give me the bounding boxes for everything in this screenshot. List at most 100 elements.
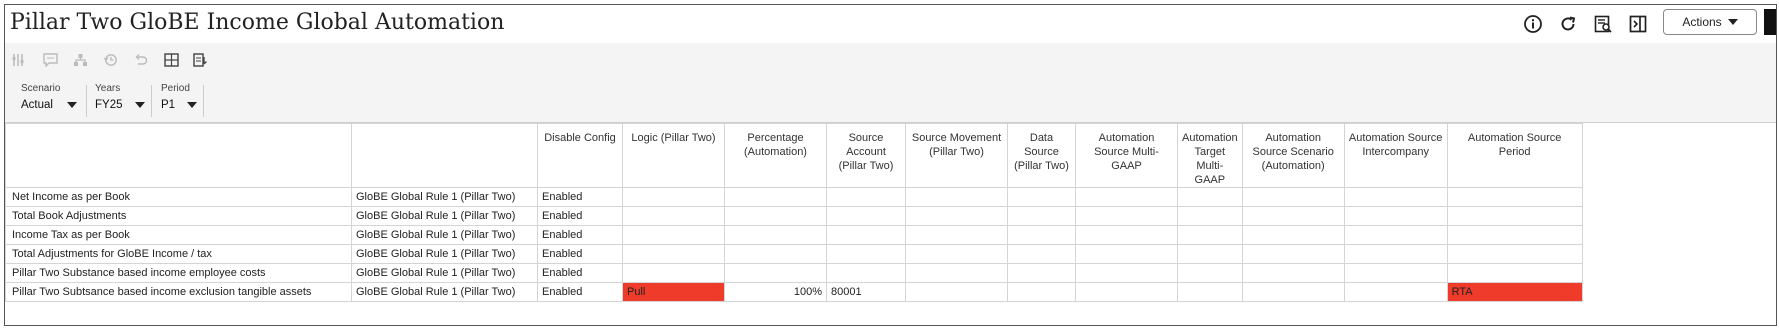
grid-cell[interactable] <box>905 225 1008 245</box>
export-icon[interactable] <box>191 52 209 68</box>
grid-cell[interactable] <box>905 263 1008 283</box>
column-header[interactable]: Automation Target Multi-GAAP <box>1177 123 1243 188</box>
grid-cell[interactable] <box>1343 225 1448 245</box>
grid-cell[interactable] <box>1177 187 1243 207</box>
grid-cell[interactable] <box>826 225 906 245</box>
grid-cell[interactable] <box>826 206 906 226</box>
column-header[interactable]: Logic (Pillar Two) <box>622 123 725 188</box>
pov-period[interactable]: Period P1 <box>161 83 198 117</box>
grid-cell[interactable]: Enabled <box>537 282 623 302</box>
column-header[interactable]: Data Source (Pillar Two) <box>1007 123 1076 188</box>
grid-cell[interactable] <box>622 263 725 283</box>
grid-cell[interactable] <box>826 263 906 283</box>
grid-cell[interactable]: RTA <box>1446 282 1583 302</box>
pov-years[interactable]: Years FY25 <box>95 83 145 117</box>
grid-cell[interactable] <box>1007 225 1076 245</box>
grid-cell[interactable] <box>1241 282 1345 302</box>
info-icon[interactable] <box>1522 13 1544 35</box>
grid-cell[interactable] <box>1007 206 1076 226</box>
grid-cell[interactable]: Enabled <box>537 225 623 245</box>
grid-cell[interactable] <box>622 244 725 264</box>
column-header[interactable]: Disable Config <box>537 123 623 188</box>
actions-button[interactable]: Actions <box>1663 9 1757 35</box>
grid-cell[interactable] <box>826 244 906 264</box>
grid-cell[interactable]: 80001 <box>826 282 906 302</box>
grid-cell[interactable] <box>826 187 906 207</box>
grid-cell[interactable] <box>1007 244 1076 264</box>
grid-adjust-icon[interactable] <box>9 52 27 68</box>
history-icon[interactable] <box>101 52 119 68</box>
grid-cell[interactable] <box>1241 206 1345 226</box>
grid-cell[interactable] <box>1075 206 1178 226</box>
undo-icon[interactable] <box>131 52 149 68</box>
grid-cell[interactable] <box>1343 187 1448 207</box>
grid-cell[interactable] <box>1177 225 1243 245</box>
pov-value[interactable]: Actual <box>21 99 77 111</box>
grid-cell[interactable] <box>905 282 1008 302</box>
pov-scenario[interactable]: Scenario Actual <box>21 83 77 117</box>
grid-cell[interactable] <box>1075 282 1178 302</box>
panel-icon[interactable] <box>1627 13 1649 35</box>
hierarchy-icon[interactable] <box>71 52 89 68</box>
pov-value[interactable]: FY25 <box>95 99 145 111</box>
inspect-icon[interactable] <box>1592 13 1614 35</box>
column-header[interactable]: Source Account (Pillar Two) <box>826 123 906 188</box>
grid-cell[interactable] <box>1177 282 1243 302</box>
grid-cell[interactable] <box>1007 263 1076 283</box>
grid-cell[interactable] <box>1075 244 1178 264</box>
grid-cell[interactable] <box>1007 187 1076 207</box>
comment-icon[interactable] <box>41 52 59 68</box>
column-header[interactable]: Percentage (Automation) <box>724 123 827 188</box>
grid-cell[interactable] <box>724 187 827 207</box>
grid-cell[interactable] <box>1241 225 1345 245</box>
grid-cell[interactable] <box>724 263 827 283</box>
column-header[interactable]: Automation Source Intercompany <box>1343 123 1448 188</box>
grid-cell[interactable] <box>622 187 725 207</box>
pov-value[interactable]: P1 <box>161 99 198 111</box>
grid-cell[interactable] <box>1343 263 1448 283</box>
row-account-label: Total Adjustments for GloBE Income / tax <box>5 244 352 264</box>
grid-cell[interactable] <box>905 187 1008 207</box>
grid-cell[interactable]: Enabled <box>537 187 623 207</box>
grid-cell[interactable] <box>1446 244 1583 264</box>
row-rule-label: GloBE Global Rule 1 (Pillar Two) <box>351 282 538 302</box>
grid-cell[interactable] <box>724 244 827 264</box>
grid-cell[interactable] <box>622 225 725 245</box>
grid-cell[interactable] <box>1343 282 1448 302</box>
row-rule-label: GloBE Global Rule 1 (Pillar Two) <box>351 187 538 207</box>
grid-cell[interactable] <box>724 225 827 245</box>
column-header[interactable]: Automation Source Scenario (Automation) <box>1241 123 1345 188</box>
grid-cell[interactable]: Enabled <box>537 244 623 264</box>
column-header[interactable]: Source Movement (Pillar Two) <box>905 123 1008 188</box>
grid-cell[interactable] <box>1241 263 1345 283</box>
grid-cell[interactable] <box>622 206 725 226</box>
column-header[interactable]: Automation Source Multi-GAAP <box>1075 123 1178 188</box>
grid-cell[interactable] <box>1241 187 1345 207</box>
grid-cell[interactable] <box>724 206 827 226</box>
grid-cell[interactable] <box>1446 225 1583 245</box>
grid-cell[interactable] <box>1343 244 1448 264</box>
table-icon[interactable] <box>162 52 180 68</box>
grid-cell[interactable] <box>1075 187 1178 207</box>
grid-cell[interactable]: Pull <box>622 282 725 302</box>
grid-cell[interactable] <box>905 244 1008 264</box>
grid-cell[interactable]: Enabled <box>537 206 623 226</box>
grid-cell[interactable] <box>1177 244 1243 264</box>
grid-cell[interactable] <box>1446 206 1583 226</box>
grid-cell[interactable] <box>1075 263 1178 283</box>
grid-cell[interactable]: Enabled <box>537 263 623 283</box>
grid-cell[interactable] <box>1177 263 1243 283</box>
grid-cell[interactable] <box>1446 263 1583 283</box>
refresh-icon[interactable] <box>1557 13 1579 35</box>
grid-toolbar <box>5 43 1776 77</box>
grid-cell[interactable] <box>1177 206 1243 226</box>
grid-cell[interactable] <box>1446 187 1583 207</box>
grid-cell[interactable] <box>1075 225 1178 245</box>
grid-cell[interactable] <box>1007 282 1076 302</box>
grid-cell[interactable]: 100% <box>724 282 827 302</box>
grid-cell[interactable] <box>1343 206 1448 226</box>
row-header-corner <box>5 123 352 188</box>
grid-cell[interactable] <box>905 206 1008 226</box>
grid-cell[interactable] <box>1241 244 1345 264</box>
column-header[interactable]: Automation Source Period <box>1446 123 1583 188</box>
